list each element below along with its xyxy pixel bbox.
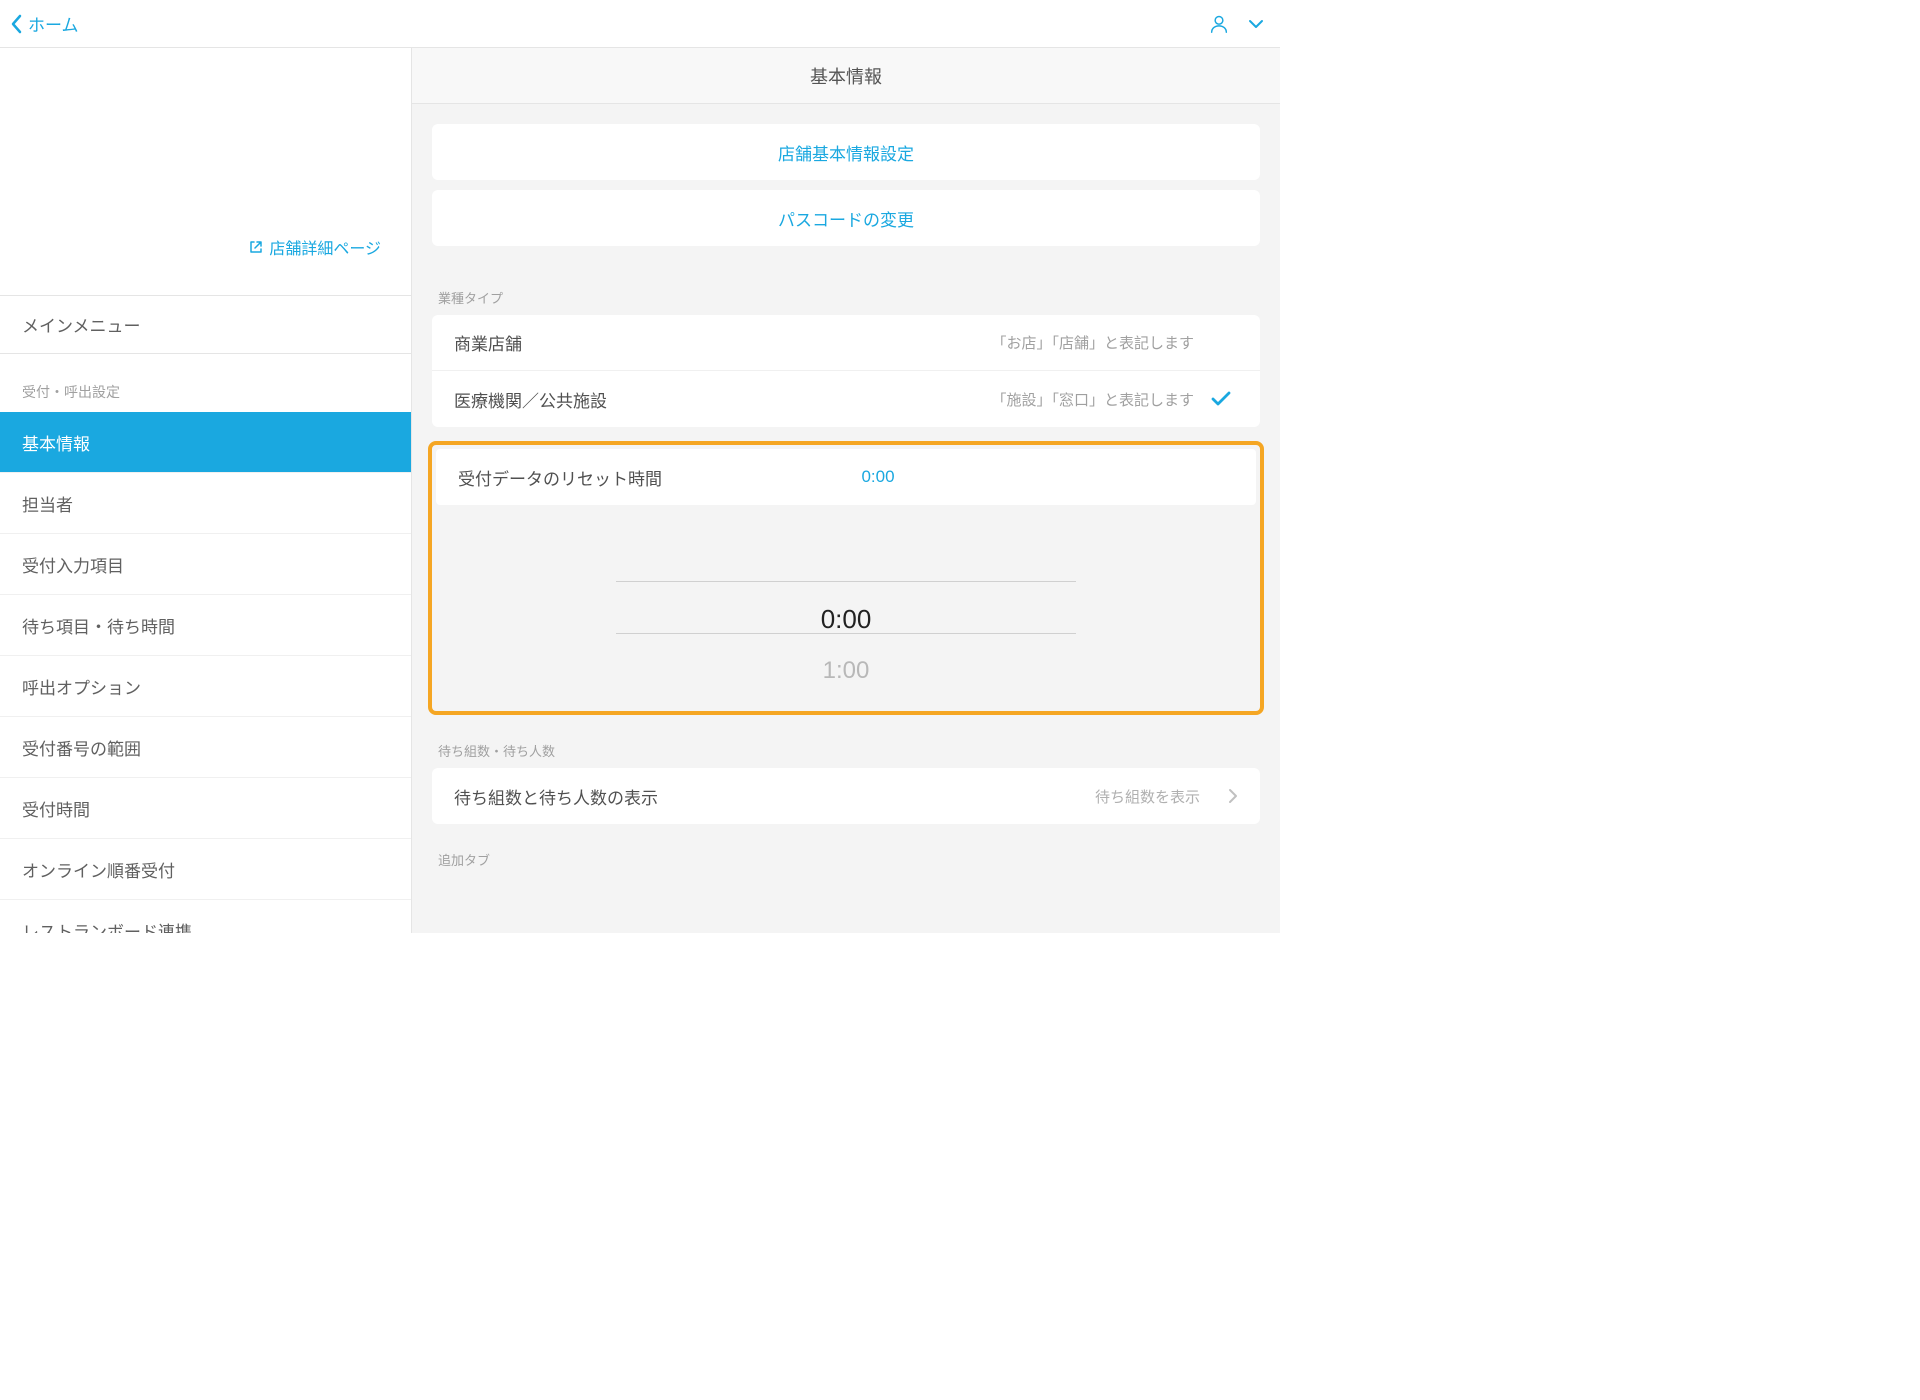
store-detail-link[interactable]: 店舗詳細ページ <box>249 235 381 259</box>
content-title: 基本情報 <box>412 48 1280 104</box>
sidebar-item-basic-info[interactable]: 基本情報 <box>0 412 411 473</box>
sidebar: 店舗詳細ページ メインメニュー 受付・呼出設定 基本情報 担当者 受付入力項目 … <box>0 48 412 933</box>
content-area: 基本情報 店舗基本情報設定 パスコードの変更 業種タイプ 商業店舗 「お店」「店… <box>412 48 1280 933</box>
sidebar-item-number-range[interactable]: 受付番号の範囲 <box>0 717 411 778</box>
wait-display-card: 待ち組数と待ち人数の表示 待ち組数を表示 <box>432 768 1260 824</box>
reset-time-label: 受付データのリセット時間 <box>458 465 662 490</box>
sidebar-section-label: 受付・呼出設定 <box>0 354 411 412</box>
business-type-label: 業種タイプ <box>412 276 1280 315</box>
business-type-option-commercial[interactable]: 商業店舗 「お店」「店舗」と表記します <box>432 315 1260 371</box>
reset-time-row[interactable]: 受付データのリセット時間 0:00 <box>436 449 1256 505</box>
change-passcode-button[interactable]: パスコードの変更 <box>432 190 1260 246</box>
sidebar-item-input-fields[interactable]: 受付入力項目 <box>0 534 411 595</box>
business-type-option-medical[interactable]: 医療機関／公共施設 「施設」「窓口」と表記します <box>432 371 1260 427</box>
chevron-down-icon[interactable] <box>1248 19 1264 29</box>
chevron-left-icon <box>10 14 24 34</box>
store-detail-label: 店舗詳細ページ <box>269 235 381 259</box>
sidebar-item-reception-hours[interactable]: 受付時間 <box>0 778 411 839</box>
picker-option <box>616 563 1076 593</box>
time-picker[interactable]: 0:00 1:00 2:00 <box>616 535 1076 695</box>
sidebar-item-staff[interactable]: 担当者 <box>0 473 411 534</box>
wait-section-label: 待ち組数・待ち人数 <box>412 715 1280 768</box>
main-menu-link[interactable]: メインメニュー <box>0 296 411 354</box>
picker-option: 1:00 <box>616 645 1076 695</box>
picker-option-selected: 0:00 <box>616 593 1076 645</box>
user-icon[interactable] <box>1208 13 1230 35</box>
wait-display-row[interactable]: 待ち組数と待ち人数の表示 待ち組数を表示 <box>432 768 1260 824</box>
business-type-list: 商業店舗 「お店」「店舗」と表記します 医療機関／公共施設 「施設」「窓口」と表… <box>432 315 1260 427</box>
top-nav: ホーム <box>0 0 1280 48</box>
main-menu-label: メインメニュー <box>22 312 141 337</box>
back-button[interactable]: ホーム <box>10 11 79 36</box>
sidebar-item-wait-items[interactable]: 待ち項目・待ち時間 <box>0 595 411 656</box>
reset-time-value: 0:00 <box>662 467 1094 487</box>
back-label: ホーム <box>28 11 79 36</box>
external-link-icon <box>249 240 263 254</box>
check-icon <box>1210 390 1238 408</box>
reset-time-highlight: 受付データのリセット時間 0:00 0:00 1:00 2:00 <box>428 441 1264 715</box>
sidebar-item-restaurant-board[interactable]: レストランボード連携 <box>0 900 411 933</box>
sidebar-header: 店舗詳細ページ <box>0 48 411 296</box>
sidebar-item-call-options[interactable]: 呼出オプション <box>0 656 411 717</box>
store-basic-settings-button[interactable]: 店舗基本情報設定 <box>432 124 1260 180</box>
chevron-right-icon <box>1216 788 1238 804</box>
top-right-controls <box>1208 13 1264 35</box>
sidebar-item-online-reception[interactable]: オンライン順番受付 <box>0 839 411 900</box>
extra-tab-section-label: 追加タブ <box>412 824 1280 877</box>
